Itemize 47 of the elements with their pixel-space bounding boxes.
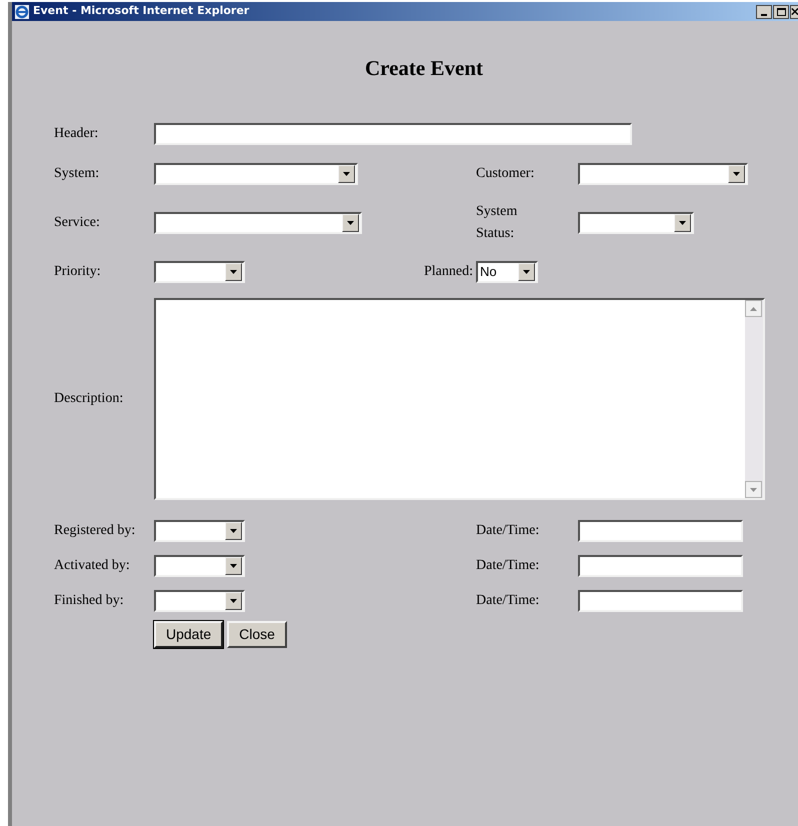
dropdown[interactable]	[154, 555, 245, 577]
field-label: Customer:	[476, 165, 536, 183]
field-label: Registered by:	[54, 522, 136, 540]
minimize-icon[interactable]	[756, 4, 772, 18]
field-label: Planned:	[424, 263, 474, 281]
text-field[interactable]	[578, 520, 743, 542]
scrollbar[interactable]	[745, 300, 763, 498]
dropdown[interactable]	[578, 163, 748, 185]
scroll-up-icon[interactable]	[745, 300, 762, 317]
field-label: Service:	[54, 214, 101, 232]
text-field[interactable]	[154, 123, 632, 145]
dropdown[interactable]: No	[476, 261, 538, 283]
dropdown[interactable]	[154, 163, 358, 185]
text-field[interactable]	[578, 555, 743, 577]
field-label: System:	[54, 165, 100, 183]
dropdown[interactable]	[154, 212, 362, 234]
caret-icon[interactable]	[225, 522, 242, 540]
field-label: Header:	[54, 125, 100, 143]
field-label: Priority:	[54, 263, 102, 281]
field-label: Description:	[54, 390, 124, 408]
caret-icon[interactable]	[338, 165, 355, 183]
caret-icon[interactable]	[225, 592, 242, 610]
window-title: Event - Microsoft Internet Explorer	[33, 3, 250, 20]
close-icon[interactable]	[790, 4, 798, 18]
caret-icon[interactable]	[225, 557, 242, 575]
field-label: Date/Time:	[476, 592, 540, 610]
caret-icon[interactable]	[342, 214, 359, 232]
dropdown[interactable]	[154, 261, 245, 283]
dropdown[interactable]	[154, 520, 245, 542]
scroll-down-icon[interactable]	[745, 481, 762, 498]
field-label: System Status:	[476, 203, 518, 243]
field-label: Date/Time:	[476, 557, 540, 575]
caret-icon[interactable]	[225, 263, 242, 281]
form-button[interactable]: Update	[154, 621, 224, 648]
caret-icon[interactable]	[518, 263, 535, 281]
dropdown[interactable]	[154, 590, 245, 612]
caret-icon[interactable]	[728, 165, 745, 183]
field-label: Finished by:	[54, 592, 125, 610]
maximize-icon[interactable]	[773, 4, 789, 18]
text-field[interactable]	[578, 590, 743, 612]
field-label: Date/Time:	[476, 522, 540, 540]
caret-icon[interactable]	[674, 214, 691, 232]
page-heading: Create Event	[365, 55, 483, 81]
browser-icon	[14, 4, 30, 20]
field-label: Activated by:	[54, 557, 131, 575]
dropdown[interactable]	[578, 212, 694, 234]
form-button[interactable]: Close	[227, 621, 287, 648]
